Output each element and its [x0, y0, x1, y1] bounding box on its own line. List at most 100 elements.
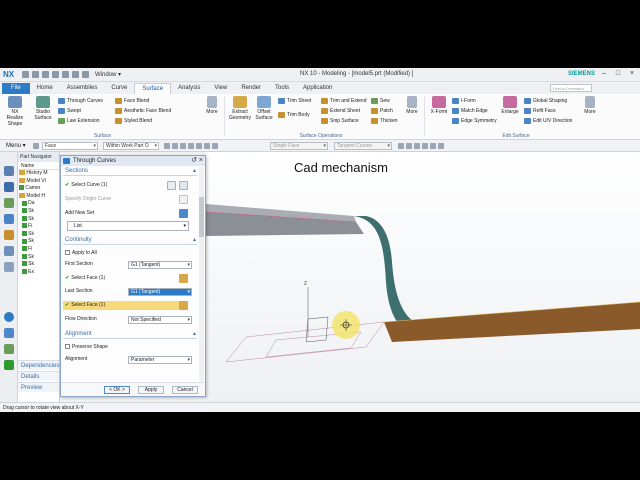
snap-icon[interactable] — [172, 143, 178, 149]
snap-icon[interactable] — [204, 143, 210, 149]
styled-blend-button[interactable]: Styled Blend — [115, 117, 152, 125]
tree-row-history-mode[interactable]: History M — [18, 170, 59, 178]
tree-row-feature[interactable]: Sk — [18, 261, 59, 269]
preserve-shape-checkbox[interactable]: Preserve Shape — [65, 343, 108, 352]
snip-surface-button[interactable]: Snip Surface — [321, 117, 359, 125]
through-curves-button[interactable]: Through Curves — [58, 97, 103, 105]
history-icon[interactable] — [4, 246, 14, 256]
selection-scope-select[interactable]: Within Work Part O — [103, 142, 159, 150]
snap-icon[interactable] — [438, 143, 444, 149]
manufacturing-wizards-icon[interactable] — [4, 328, 14, 338]
system-materials-icon[interactable] — [4, 262, 14, 272]
system-scenes-icon[interactable] — [4, 360, 14, 370]
continuity-header[interactable]: Continuity ▲ — [63, 236, 197, 245]
tree-row-feature[interactable]: Sk — [18, 254, 59, 262]
ok-button[interactable]: < OK > — [104, 386, 130, 394]
snap-icon[interactable] — [180, 143, 186, 149]
snap-icon[interactable] — [406, 143, 412, 149]
alignment-select[interactable]: Parameter — [128, 356, 192, 364]
origin-curve-icon[interactable] — [179, 195, 188, 204]
web-browser-icon[interactable] — [4, 230, 14, 240]
global-shaping-button[interactable]: Global Shaping — [524, 97, 567, 105]
more-edit-button[interactable]: More — [578, 96, 602, 115]
tab-view[interactable]: View — [207, 83, 234, 94]
tab-home[interactable]: Home — [30, 83, 60, 94]
more-operations-button[interactable]: More — [400, 96, 424, 115]
alignment-header[interactable]: Alignment ▲ — [63, 330, 197, 339]
snap-icon[interactable] — [414, 143, 420, 149]
snap-icon[interactable] — [422, 143, 428, 149]
snap-icon[interactable] — [430, 143, 436, 149]
tab-render[interactable]: Render — [234, 83, 268, 94]
snap-icon[interactable] — [196, 143, 202, 149]
tab-assemblies[interactable]: Assemblies — [60, 83, 105, 94]
trim-body-button[interactable]: Trim Body — [278, 111, 310, 119]
more-surface-button[interactable]: More — [200, 96, 224, 115]
tree-row-feature[interactable]: Sk — [18, 216, 59, 224]
first-section-select[interactable]: G1 (Tangent) — [128, 261, 192, 269]
tree-row-feature[interactable]: Sk — [18, 231, 59, 239]
edit-uv-direction-button[interactable]: Edit U/V Direction — [524, 117, 572, 125]
apply-button[interactable]: Apply — [138, 386, 164, 394]
minimize-icon[interactable]: – — [600, 70, 608, 78]
part-navigator-icon[interactable] — [4, 198, 14, 208]
match-edge-button[interactable]: Match Edge — [452, 107, 488, 115]
enlarge-button[interactable]: Enlarge — [498, 96, 522, 115]
type-filter-select[interactable]: Face — [42, 142, 98, 150]
tree-row-feature[interactable]: Da — [18, 200, 59, 208]
specify-origin-curve-row[interactable]: Specify Origin Curve — [65, 195, 111, 204]
snap-icon[interactable] — [164, 143, 170, 149]
face-select-icon[interactable] — [179, 274, 188, 283]
save-icon[interactable] — [22, 71, 29, 78]
tree-row-feature[interactable]: Sk — [18, 238, 59, 246]
sections-header[interactable]: Sections ▲ — [63, 167, 197, 176]
curve-rule-select[interactable]: Tangent Curves — [334, 142, 392, 150]
close-icon[interactable]: × — [628, 70, 636, 78]
reverse-direction-icon[interactable] — [167, 181, 176, 190]
preview-panel-toggle[interactable]: Preview — [18, 382, 59, 392]
dialog-scrollbar[interactable] — [199, 167, 204, 382]
constraint-navigator-icon[interactable] — [4, 182, 14, 192]
tree-row-cameras[interactable]: Camer — [18, 185, 59, 193]
studio-surface-button[interactable]: Studio Surface — [31, 96, 55, 121]
close-icon[interactable]: × — [199, 157, 203, 164]
tab-file[interactable]: File — [2, 83, 30, 94]
tab-tools[interactable]: Tools — [268, 83, 296, 94]
face-blend-button[interactable]: Face Blend — [115, 97, 149, 105]
scrollbar-thumb[interactable] — [199, 197, 204, 237]
curve-rule-icon[interactable] — [179, 181, 188, 190]
tab-application[interactable]: Application — [296, 83, 339, 94]
roles-icon[interactable] — [4, 344, 14, 354]
reuse-library-icon[interactable] — [4, 214, 14, 224]
refit-face-button[interactable]: Refit Face — [524, 107, 556, 115]
dependencies-panel-toggle[interactable]: Dependencies — [18, 360, 59, 370]
details-panel-toggle[interactable]: Details — [18, 371, 59, 381]
apply-to-all-checkbox[interactable]: Apply to All — [65, 249, 97, 258]
sew-button[interactable]: Sew — [371, 97, 390, 105]
assembly-navigator-icon[interactable] — [4, 166, 14, 176]
tree-row-model-history[interactable]: Model H — [18, 193, 59, 201]
select-face-first-row[interactable]: ✔ Select Face (1) — [65, 274, 105, 283]
nx-realize-shape-button[interactable]: NX Realize Shape — [3, 96, 27, 127]
x-form-button[interactable]: X-Form — [427, 96, 451, 115]
tree-row-feature[interactable]: Sk — [18, 208, 59, 216]
process-studio-icon[interactable] — [4, 312, 14, 322]
filter-icon[interactable] — [33, 143, 39, 149]
maximize-icon[interactable]: □ — [614, 70, 622, 78]
edge-symmetry-button[interactable]: Edge Symmetry — [452, 117, 497, 125]
trim-sheet-button[interactable]: Trim Sheet — [278, 97, 311, 105]
i-form-button[interactable]: I-Form — [452, 97, 476, 105]
add-new-set-icon[interactable] — [179, 209, 188, 218]
cancel-button[interactable]: Cancel — [172, 386, 198, 394]
reset-icon[interactable]: ↺ — [191, 157, 197, 164]
law-extension-button[interactable]: Law Extension — [58, 117, 100, 125]
patch-button[interactable]: Patch — [371, 107, 393, 115]
thicken-button[interactable]: Thicken — [371, 117, 398, 125]
face-select-icon[interactable] — [179, 301, 188, 310]
swept-button[interactable]: Swept — [58, 107, 81, 115]
select-curve-row[interactable]: ✔ Select Curve (1) — [65, 181, 107, 190]
command-search-input[interactable]: Find a Command — [550, 84, 592, 92]
tree-row-feature[interactable]: Ex — [18, 269, 59, 277]
extract-geometry-button[interactable]: Extract Geometry — [228, 96, 252, 121]
menu-button[interactable]: Menu ▾ — [6, 142, 26, 149]
